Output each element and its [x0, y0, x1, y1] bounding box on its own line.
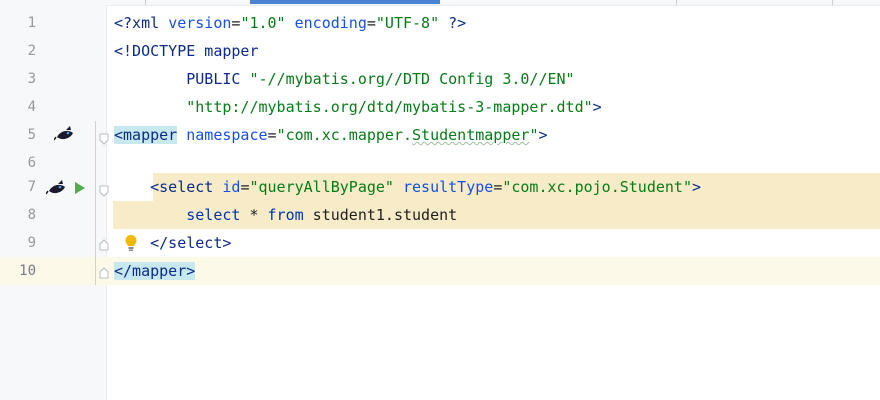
code-token: student1.student — [303, 206, 458, 224]
fold-start-icon[interactable] — [99, 182, 109, 197]
code-text[interactable]: <?xml version="1.0" encoding="UTF-8" ?> — [114, 9, 466, 37]
run-icon[interactable] — [74, 180, 86, 194]
code-token: * — [240, 206, 268, 224]
line-number: 10 — [19, 263, 36, 279]
code-token: version — [168, 14, 232, 32]
lightbulb-icon[interactable] — [124, 234, 138, 252]
code-token: <mapper — [114, 126, 178, 144]
code-line-3[interactable]: 3 PUBLIC "-//mybatis.org//DTD Config 3.0… — [0, 65, 880, 93]
code-line-8[interactable]: 8 select * from student1.student — [0, 201, 880, 229]
code-token: namespace — [186, 126, 268, 144]
code-token: > — [538, 126, 548, 144]
code-token: "http://mybatis.org/dtd/mybatis-3-mapper… — [114, 98, 593, 116]
code-token: Studentmapper — [412, 126, 530, 144]
code-line-10[interactable]: 10 </mapper> — [0, 257, 880, 285]
code-token: select — [186, 206, 241, 224]
code-text[interactable]: <!DOCTYPE mapper — [114, 37, 259, 65]
code-token: </mapper> — [114, 262, 196, 280]
code-token: = — [267, 126, 277, 144]
code-token: "UTF-8" — [375, 14, 440, 32]
code-token: from — [267, 206, 304, 224]
code-token: <?xml — [114, 14, 169, 32]
spring-bean-icon[interactable] — [45, 178, 68, 198]
code-text[interactable]: <select id="queryAllByPage" resultType="… — [114, 173, 701, 201]
code-token: "-//mybatis.org//DTD Config 3.0//EN" — [249, 70, 575, 88]
line-number: 3 — [27, 71, 36, 87]
line-number: 7 — [27, 179, 36, 195]
line-number: 4 — [27, 99, 36, 115]
fold-end-icon[interactable] — [99, 264, 109, 279]
fold-end-icon[interactable] — [99, 236, 109, 251]
code-token: encoding — [294, 14, 367, 32]
code-token: "com.xc.pojo.Student" — [502, 178, 692, 196]
code-token: PUBLIC — [114, 70, 250, 88]
line-number: 8 — [27, 207, 36, 223]
code-token: "1.0" — [240, 14, 286, 32]
spring-bean-icon[interactable] — [53, 124, 76, 144]
tab-divider — [832, 0, 833, 5]
code-text[interactable]: "http://mybatis.org/dtd/mybatis-3-mapper… — [114, 93, 602, 121]
code-line-1[interactable]: 1 <?xml version="1.0" encoding="UTF-8" ?… — [0, 9, 880, 37]
code-text[interactable]: <mapper namespace="com.xc.mapper.Student… — [114, 121, 548, 149]
code-token: = — [493, 178, 503, 196]
code-token: <select — [150, 178, 223, 196]
code-line-5[interactable]: 5 <mapper namespace="com.xc.mapper.Stude… — [0, 121, 880, 149]
code-line-7[interactable]: 7 <select id = "queryAllByPage" resultType… — [0, 173, 880, 201]
code-token: ?> — [439, 14, 467, 32]
code-token: > — [692, 178, 702, 196]
code-token: > — [592, 98, 602, 116]
code-token: id — [222, 178, 241, 196]
fold-start-icon[interactable] — [99, 130, 109, 145]
editor-tab-strip[interactable] — [0, 0, 880, 6]
code-line-4[interactable]: 4 "http://mybatis.org/dtd/mybatis-3-mapp… — [0, 93, 880, 121]
line-number: 9 — [27, 235, 36, 251]
line-number: 1 — [27, 15, 36, 31]
code-line-2[interactable]: 2 <!DOCTYPE mapper — [0, 37, 880, 65]
code-token: = — [366, 14, 376, 32]
code-editor[interactable]: 1 <?xml version="1.0" encoding="UTF-8" ?… — [0, 0, 880, 400]
code-text[interactable]: </mapper> — [114, 257, 196, 285]
code-token: "queryAllByPage" — [249, 178, 394, 196]
code-token: "com.xc.mapper. — [276, 126, 413, 144]
tab-divider — [676, 0, 677, 5]
line-number: 5 — [27, 127, 36, 143]
code-text[interactable]: PUBLIC "-//mybatis.org//DTD Config 3.0//… — [114, 65, 575, 93]
tab-divider — [145, 0, 146, 5]
code-token: resultType — [403, 178, 494, 196]
code-text[interactable]: select * from student1.student — [114, 201, 457, 229]
active-tab-indicator — [250, 0, 440, 4]
code-token: </select> — [150, 234, 232, 252]
line-number: 2 — [27, 43, 36, 59]
code-token: <!DOCTYPE mapper — [114, 42, 259, 60]
